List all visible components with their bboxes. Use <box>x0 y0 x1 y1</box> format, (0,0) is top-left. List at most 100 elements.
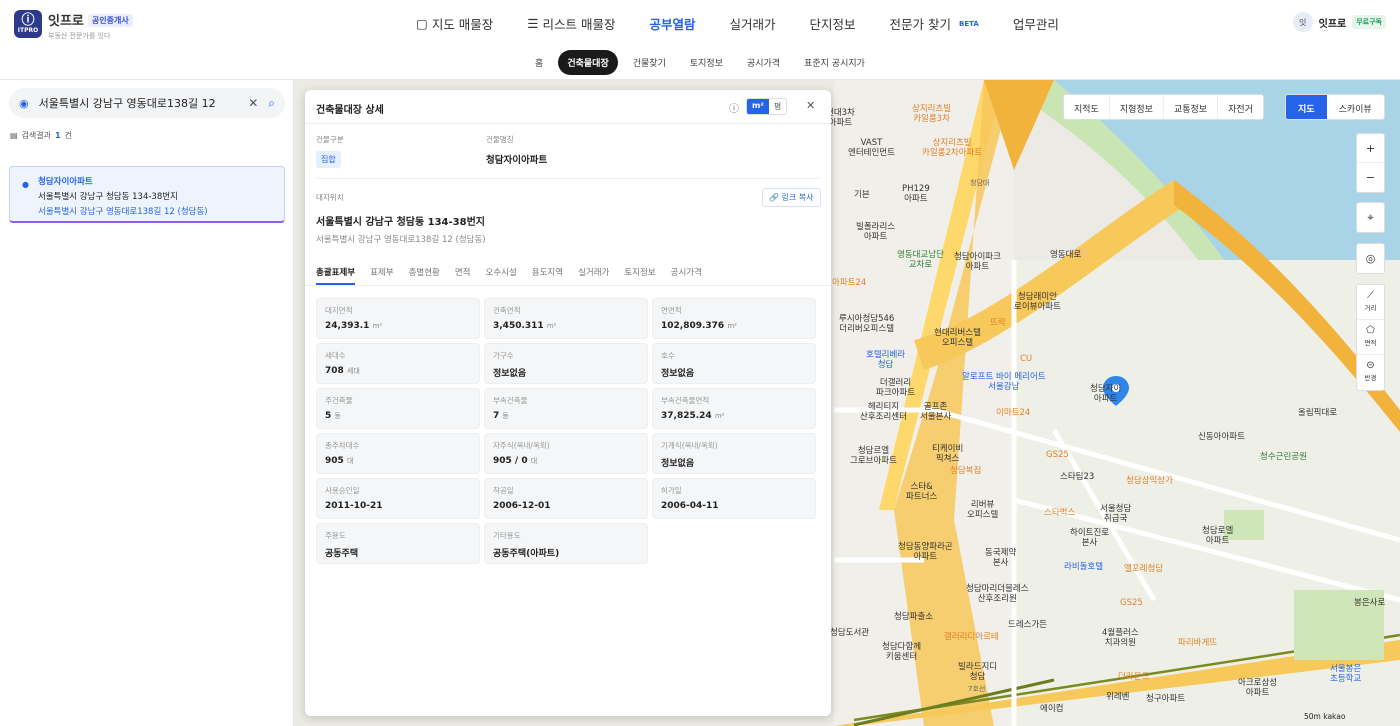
map-label: 아파트24 <box>832 278 867 288</box>
tab-official-price[interactable]: 공시가격 <box>738 50 789 75</box>
map-label: 빌폴라리스 아파트 <box>856 222 896 242</box>
crosshair-icon[interactable]: ⌖ <box>1357 203 1384 232</box>
field-cell: 주용도 공동주택 <box>316 523 480 564</box>
site-location-label: 대지위치 <box>316 193 344 202</box>
map-label: 갤러리디아르테 <box>944 632 999 642</box>
distance-tool[interactable]: ⟋ 거리 <box>1357 285 1384 320</box>
copy-link-button[interactable]: 🔗 링크 복사 <box>762 188 821 207</box>
summary-grid: 대지면적 24,393.1 m² 건축면적 3,450.311 m² 연면적 102,… <box>316 298 816 564</box>
building-type-chip: 집합 <box>316 151 341 168</box>
map-label: 청담삼익상가 <box>1126 476 1173 486</box>
sub-navigation: 홈 건축물대장 건물찾기 토지정보 공시가격 표준지 공시지가 <box>0 46 1400 80</box>
map-label: 동국제약 본사 <box>985 548 1017 568</box>
brand: 잇프로 공인중개사 부동산 전문가를 잇다 <box>48 10 133 41</box>
tab-summary-title[interactable]: 총괄표제부 <box>316 260 356 285</box>
map-type-map[interactable]: 지도 <box>1286 95 1327 119</box>
field-cell: 주건축물 5 동 <box>316 388 480 429</box>
tab-land-info[interactable]: 토지정보 <box>624 260 655 285</box>
clear-icon[interactable]: ✕ <box>248 96 258 110</box>
nav-real-price[interactable]: 실거래가 <box>730 14 776 33</box>
list-icon: ☰ <box>527 16 539 31</box>
layer-cadastral[interactable]: 지적도 <box>1064 95 1110 119</box>
map-label: 7호선 <box>968 685 986 693</box>
map-label: 티케이비 픽쳐스 <box>932 444 964 464</box>
user-menu[interactable]: 잇 잇프로 무료구독 <box>1292 12 1386 32</box>
tab-title[interactable]: 표제부 <box>370 260 393 285</box>
map-label: 위레벤 <box>1106 692 1130 702</box>
map-label: 청담대 <box>970 179 990 187</box>
unit-pyeong-button[interactable]: 평 <box>769 99 786 114</box>
tab-floor-status[interactable]: 층별현황 <box>409 260 440 285</box>
info-icon[interactable]: ⓘ <box>729 100 739 115</box>
zoom-in-button[interactable]: + <box>1357 134 1384 163</box>
tab-standard-land-price[interactable]: 표준지 공시지가 <box>795 50 874 75</box>
tab-sewage[interactable]: 오수시설 <box>486 260 517 285</box>
area-tool[interactable]: ⬠ 면적 <box>1357 320 1384 355</box>
field-cell: 부속건축물 7 동 <box>484 388 648 429</box>
map-label: GS25 <box>1120 598 1143 608</box>
field-cell: 허가일 2006-04-11 <box>652 478 816 519</box>
tab-land-info[interactable]: 토지정보 <box>681 50 732 75</box>
nav-find-expert[interactable]: 전문가 찾기 BETA <box>890 14 979 33</box>
avatar[interactable]: 잇 <box>1292 12 1313 32</box>
layer-terrain[interactable]: 지형정보 <box>1110 95 1164 119</box>
zoom-out-button[interactable]: − <box>1357 163 1384 192</box>
map-label: VAST 엔터테인먼트 <box>848 138 895 158</box>
brand-name[interactable]: 잇프로 <box>48 14 84 29</box>
plan-badge[interactable]: 무료구독 <box>1352 15 1386 29</box>
field-cell: 연면적 102,809.376 m² <box>652 298 816 339</box>
map-label: 라비돌호텔 <box>1064 562 1104 572</box>
itpro-logo[interactable]: ⓘ ITPRO <box>14 10 42 38</box>
map-label: 드레스가든 <box>1008 620 1048 630</box>
map-layer-toggles: 지적도 지형정보 교통정보 자전거 <box>1063 94 1264 120</box>
map-label: GS25 <box>1046 450 1069 460</box>
map-type-skyview[interactable]: 스카이뷰 <box>1327 95 1384 119</box>
map-label: 서울봉은 초등학교 <box>1330 664 1362 684</box>
map-label: 하이트진로 본사 <box>1070 528 1110 548</box>
nav-list-listing[interactable]: ☰ 리스트 매물장 <box>527 14 615 33</box>
map-label: 청담도서관 <box>830 628 870 638</box>
search-icon[interactable]: ⌕ <box>268 96 275 111</box>
map-label: 더라운드 <box>1118 672 1150 682</box>
map-label: 청담파출소 <box>894 612 934 622</box>
brand-badge: 공인중개사 <box>87 14 133 27</box>
nav-map-listing[interactable]: ▢ 지도 매물장 <box>416 14 493 33</box>
layer-traffic[interactable]: 교통정보 <box>1164 95 1219 119</box>
tab-building-register[interactable]: 건축물대장 <box>558 50 618 75</box>
layer-bicycle[interactable]: 자전거 <box>1218 95 1263 119</box>
jibun-address: 서울특별시 강남구 청담동 134-38번지 <box>316 217 485 228</box>
radius-tool[interactable]: ⊝ 반경 <box>1357 355 1384 390</box>
map-label: 호텔리베라 청담 <box>866 350 906 370</box>
map-type-toggle: 지도 스카이뷰 <box>1285 94 1385 120</box>
tab-area[interactable]: 면적 <box>455 260 471 285</box>
map-label: 루시아청담546 더리버오피스텔 <box>839 314 895 334</box>
nav-work-management[interactable]: 업무관리 <box>1013 14 1059 33</box>
nav-complex-info[interactable]: 단지정보 <box>810 14 856 33</box>
map-label: 이마트24 <box>996 408 1031 418</box>
tab-home[interactable]: 홈 <box>526 50 552 75</box>
search-input[interactable]: 서울특별시 강남구 영동대로138길 12 <box>39 95 249 111</box>
map-label: 골프존 서울본사 <box>920 402 952 422</box>
map-pin-icon[interactable]: ◎ <box>1357 244 1384 273</box>
tab-find-building[interactable]: 건물찾기 <box>624 50 675 75</box>
map-label: 청담아이파크 아파트 <box>954 252 1001 272</box>
map-label: 영동대로 <box>1050 250 1082 260</box>
detail-tabs: 총괄표제부 표제부 층별현황 면적 오수시설 용도지역 실거래가 토지정보 공시… <box>305 260 831 286</box>
map-label: 청구아파트 <box>1146 694 1186 704</box>
brand-tagline: 부동산 전문가를 잇다 <box>48 32 111 40</box>
result-card[interactable]: ● 청담자이아파트 서울특별시 강남구 청담동 134-38번지 서울특별시 강… <box>9 166 285 223</box>
tab-official-price[interactable]: 공시가격 <box>671 260 702 285</box>
tab-zoning[interactable]: 용도지역 <box>532 260 563 285</box>
map-label: 청담르엘 그로브아파트 <box>850 446 897 466</box>
locate-control: ⌖ <box>1356 202 1385 233</box>
unit-toggle[interactable]: m² 평 <box>746 98 788 115</box>
address-search-box[interactable]: ◉ 서울특별시 강남구 영동대로138길 12 ✕ ⌕ <box>9 88 285 118</box>
result-count: ▤ 검색결과 1 건 <box>10 131 72 140</box>
unit-sqm-button[interactable]: m² <box>747 99 769 114</box>
map-label: 파리바게뜨 <box>1178 638 1218 648</box>
user-name[interactable]: 잇프로 <box>1319 15 1347 30</box>
road-address: 서울특별시 강남구 영동대로138길 12 (청담동) <box>316 235 486 245</box>
nav-public-records[interactable]: 공부열람 <box>650 14 696 33</box>
close-icon[interactable]: ✕ <box>806 99 815 112</box>
tab-real-price[interactable]: 실거래가 <box>578 260 609 285</box>
